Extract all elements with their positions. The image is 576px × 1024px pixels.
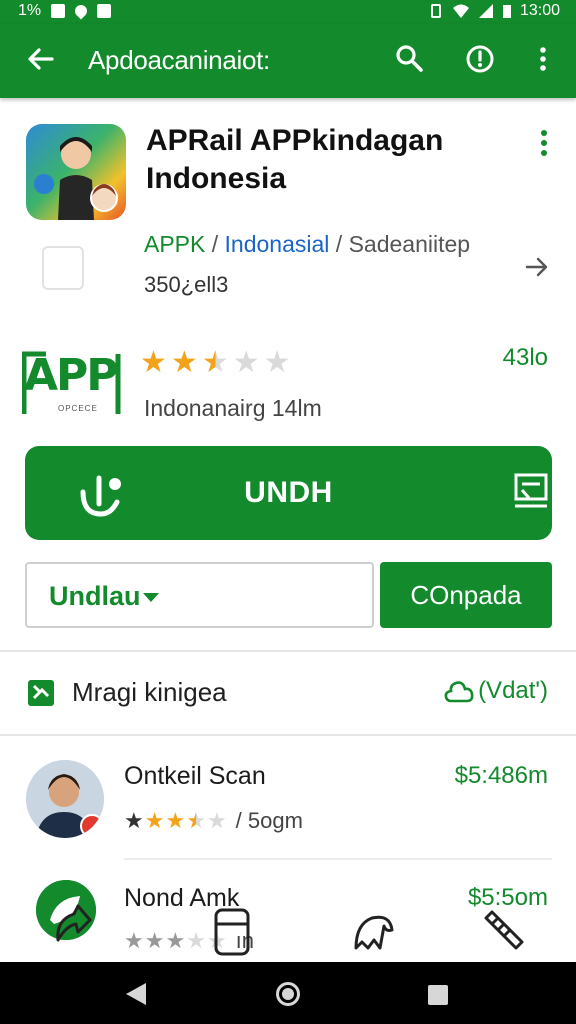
rating-stars: ★ ★ ★ ★ ★: [140, 346, 291, 380]
app-title: APRail APPkindagan Indonesia: [146, 124, 444, 195]
list-item-meta: / 5ogm: [235, 808, 303, 833]
cloud-icon: [444, 681, 474, 703]
arrow-right-icon[interactable]: [524, 254, 550, 280]
vibrate-icon: [430, 4, 441, 18]
system-nav-bar: [0, 962, 576, 1024]
star-icon: ★: [124, 928, 144, 953]
star-icon: ★: [124, 808, 144, 833]
meta-category: Sadeaniitep: [348, 231, 471, 257]
nav-back-icon[interactable]: [126, 983, 146, 1005]
brand-text: APP: [24, 350, 119, 401]
app-bar: Apdoacaninaiot:: [0, 24, 576, 98]
nav-recents-icon[interactable]: [428, 985, 448, 1005]
location-icon: [72, 2, 90, 20]
ghost-icon[interactable]: [346, 902, 402, 958]
list-item-title[interactable]: Ontkeil Scan: [124, 762, 266, 791]
rating-subtitle: Indonanairg 14lm: [144, 395, 322, 421]
download-options-dropdown[interactable]: Undlau: [25, 562, 374, 628]
divider: [0, 734, 576, 736]
wifi-icon: [452, 4, 469, 18]
install-button[interactable]: UNDH: [25, 446, 552, 540]
app-size: 350¿ell3: [144, 272, 229, 297]
tablet-icon[interactable]: [204, 904, 260, 960]
more-vert-icon[interactable]: [526, 42, 560, 76]
meta-developer[interactable]: APPK: [144, 231, 205, 257]
app-meta-line: APPK / Indonasial / Sadeaniitep: [144, 231, 470, 258]
notification-icon: [51, 4, 66, 18]
compare-label: COnpada: [410, 580, 522, 610]
image-icon: [97, 4, 112, 18]
download-options-label: Undlau: [49, 581, 141, 611]
brand-subtext: OPCECE: [58, 404, 98, 413]
list-item-rating: ★ ★ ★ ★ ★ / 5ogm: [124, 808, 303, 834]
status-left-text: 1%: [18, 2, 42, 19]
divider: [124, 858, 552, 860]
info-icon[interactable]: [463, 42, 497, 76]
caret-down-icon: [142, 593, 159, 603]
nav-home-icon[interactable]: [276, 982, 300, 1006]
meta-separator: /: [205, 231, 225, 257]
arrow-left-icon[interactable]: [24, 42, 58, 76]
battery-icon: [502, 5, 511, 18]
status-badge: [80, 814, 104, 838]
search-icon[interactable]: [392, 42, 426, 76]
compare-button[interactable]: COnpada: [380, 562, 552, 628]
star-icon: ★: [140, 346, 167, 379]
placeholder-image-icon: [42, 246, 84, 290]
star-icon: ★: [144, 808, 165, 833]
star-icon: ★: [201, 346, 229, 379]
app-icon: [26, 124, 126, 220]
status-time: 13:00: [519, 2, 560, 19]
share-icon[interactable]: [46, 896, 102, 952]
meta-region-link[interactable]: Indonasial: [225, 231, 330, 257]
meta-separator: /: [329, 231, 349, 257]
checkbox-image-icon: [28, 680, 54, 706]
divider: [0, 650, 576, 652]
star-icon: ★: [186, 928, 206, 953]
star-icon: ★: [170, 346, 198, 379]
star-icon: ★: [144, 928, 165, 953]
brush-icon[interactable]: [478, 902, 534, 958]
status-bar: 1% 13:00: [0, 0, 576, 24]
star-icon: ★: [206, 808, 227, 833]
section-update-link[interactable]: (Vdat'): [444, 677, 548, 705]
install-label: UNDH: [244, 476, 333, 509]
page-title: Apdoacaninaiot:: [88, 45, 270, 75]
star-icon: ★: [232, 346, 260, 379]
rating-count: 43lo: [502, 344, 548, 371]
device-icon: [514, 473, 548, 508]
section-link-label: (Vdat'): [478, 677, 548, 704]
list-item-price: $5:486m: [454, 762, 548, 789]
star-icon: ★: [186, 808, 206, 833]
app-illustration-icon: [34, 137, 118, 220]
avatar[interactable]: [26, 760, 104, 838]
signal-icon: [478, 4, 493, 18]
star-icon: ★: [165, 928, 186, 953]
developer-logo: APP OPCECE: [22, 348, 122, 416]
app-more-icon[interactable]: [536, 128, 552, 160]
section-title: Mragi kinigea: [72, 677, 227, 707]
star-icon: ★: [263, 346, 291, 379]
star-icon: ★: [165, 808, 186, 833]
